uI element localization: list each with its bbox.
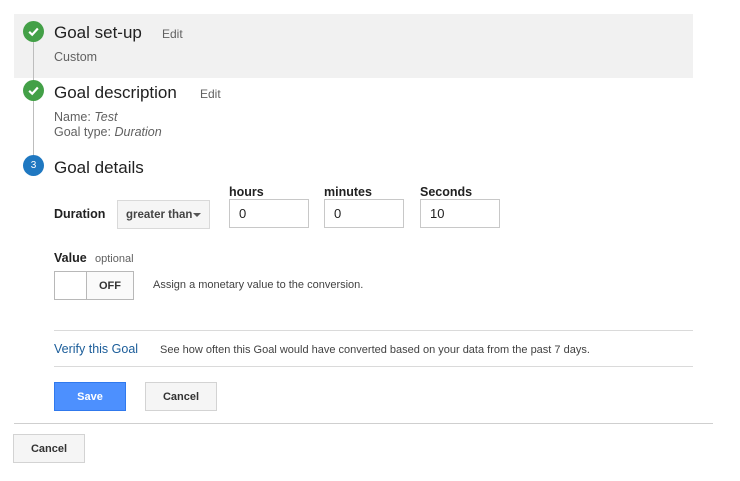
edit-goal-description-link[interactable]: Edit bbox=[200, 87, 221, 101]
check-icon bbox=[23, 80, 44, 101]
outer-cancel-button[interactable]: Cancel bbox=[13, 434, 85, 463]
goal-name-label: Name: bbox=[54, 110, 91, 124]
divider bbox=[14, 423, 713, 424]
toggle-knob bbox=[55, 272, 87, 299]
toggle-state: OFF bbox=[99, 279, 121, 292]
step-title-goal-details: Goal details bbox=[54, 158, 144, 177]
step-number-badge: 3 bbox=[23, 155, 44, 176]
hours-label: hours bbox=[229, 185, 264, 199]
cancel-button[interactable]: Cancel bbox=[145, 382, 217, 411]
step-connector bbox=[33, 101, 34, 157]
goal-type-line: Goal type: Duration bbox=[54, 125, 162, 139]
seconds-label: Seconds bbox=[420, 185, 473, 199]
duration-label: Duration bbox=[54, 207, 106, 221]
divider bbox=[54, 366, 693, 367]
check-icon bbox=[23, 21, 44, 42]
hours-input[interactable] bbox=[229, 199, 309, 228]
minutes-label: minutes bbox=[324, 185, 372, 199]
value-optional-hint: optional bbox=[95, 253, 134, 265]
minutes-input[interactable] bbox=[324, 199, 404, 228]
verify-goal-link[interactable]: Verify this Goal bbox=[54, 342, 138, 356]
seconds-input[interactable] bbox=[420, 199, 500, 228]
save-button[interactable]: Save bbox=[54, 382, 126, 411]
divider bbox=[54, 330, 693, 331]
edit-goal-setup-link[interactable]: Edit bbox=[162, 27, 183, 41]
step-title-goal-setup: Goal set-up bbox=[54, 23, 142, 42]
goal-name-value: Test bbox=[94, 110, 118, 124]
goal-type-value: Duration bbox=[114, 125, 162, 139]
verify-description: See how often this Goal would have conve… bbox=[160, 344, 590, 356]
step-connector bbox=[33, 40, 34, 82]
goal-name-line: Name: Test bbox=[54, 110, 117, 124]
chevron-down-icon bbox=[193, 213, 201, 217]
value-label: Value bbox=[54, 251, 87, 265]
goal-type-label: Goal type: bbox=[54, 125, 111, 139]
goal-setup-summary: Custom bbox=[54, 50, 98, 64]
duration-comparator-select[interactable]: greater than bbox=[117, 200, 210, 229]
value-description: Assign a monetary value to the conversio… bbox=[153, 279, 364, 291]
step-title-goal-description: Goal description bbox=[54, 83, 177, 102]
duration-comparator-value: greater than bbox=[126, 208, 193, 221]
value-toggle[interactable]: OFF bbox=[54, 271, 134, 300]
